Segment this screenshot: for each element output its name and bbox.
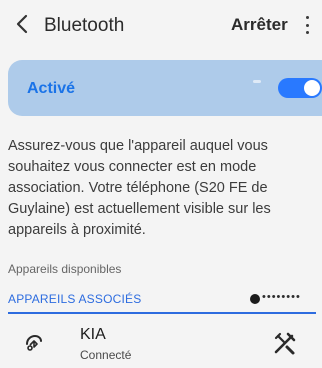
device-name: KIA	[80, 326, 106, 343]
bluetooth-toggle-card[interactable]: Activé	[8, 60, 322, 116]
slider-dots-icon: ••••••••	[262, 291, 301, 303]
paired-devices-label: APPAREILS ASSOCIÉS	[8, 292, 142, 306]
device-status: Connecté	[80, 348, 132, 362]
tools-icon[interactable]	[272, 330, 298, 356]
bluetooth-switch[interactable]	[278, 78, 322, 98]
section-divider	[8, 312, 316, 314]
car-bluetooth-icon	[26, 334, 42, 351]
paired-device-row[interactable]: KIA Connecté	[0, 316, 322, 368]
glare-decoration	[253, 80, 261, 83]
more-vertical-icon[interactable]	[300, 14, 314, 36]
visibility-description: Assurez-vous que l'appareil auquel vous …	[8, 138, 271, 238]
paired-devices-header: APPAREILS ASSOCIÉS ••••••••	[0, 285, 322, 314]
slider-handle[interactable]	[250, 294, 260, 304]
chevron-left-icon	[16, 14, 28, 34]
stop-button[interactable]: Arrêter	[231, 15, 288, 35]
switch-knob	[304, 80, 320, 96]
app-header: Bluetooth Arrêter	[0, 0, 322, 50]
available-devices-label: Appareils disponibles	[8, 262, 122, 276]
toggle-label: Activé	[27, 80, 76, 97]
back-button[interactable]	[12, 12, 32, 36]
page-title: Bluetooth	[44, 15, 125, 36]
